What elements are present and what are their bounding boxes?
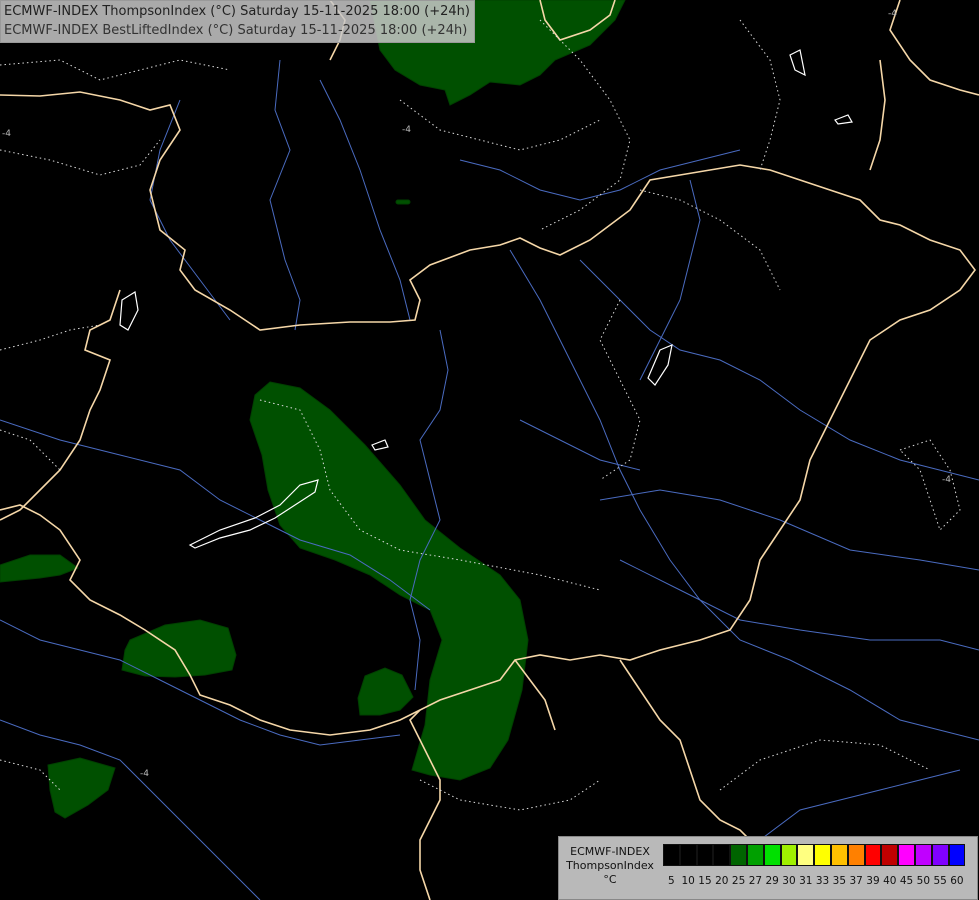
legend-tick-label: 55 bbox=[933, 875, 947, 887]
legend-swatch bbox=[763, 844, 781, 866]
legend-tick-label: 10 bbox=[681, 875, 695, 887]
legend-swatch bbox=[948, 844, 966, 866]
legend-tick-label: 35 bbox=[832, 875, 847, 887]
forecast-map: -4 -4 -4 -4 -4 bbox=[0, 0, 979, 900]
color-legend: ECMWF-INDEX ThompsonIndex °C 5 10 15 20 25 27… bbox=[558, 836, 978, 900]
legend-tick-label: 15 bbox=[698, 875, 712, 887]
legend-tick-label: 50 bbox=[916, 875, 931, 887]
lifted-index-title: ECMWF-INDEX BestLiftedIndex (°C) Saturda… bbox=[4, 23, 468, 38]
thompson-index-title: ECMWF-INDEX ThompsonIndex (°C) Saturday … bbox=[4, 4, 470, 19]
legend-swatch bbox=[830, 844, 848, 866]
legend-tick-label: 25 bbox=[731, 875, 746, 887]
legend-tick-label: 40 bbox=[883, 875, 897, 887]
legend-swatch bbox=[881, 844, 899, 866]
legend-swatch bbox=[679, 844, 697, 866]
legend-swatch bbox=[864, 844, 882, 866]
legend-swatch bbox=[847, 844, 865, 866]
legend-tick-label: 60 bbox=[950, 875, 964, 887]
legend-tick-label: 29 bbox=[765, 875, 779, 887]
svg-text:-4: -4 bbox=[2, 129, 11, 139]
legend-swatch bbox=[696, 844, 714, 866]
legend-swatch bbox=[898, 844, 915, 866]
legend-swatch bbox=[780, 844, 798, 866]
legend-model: ECMWF-INDEX bbox=[570, 845, 650, 858]
legend-swatch bbox=[663, 844, 680, 866]
svg-text:-4: -4 bbox=[942, 475, 951, 485]
legend-tick-label: 33 bbox=[815, 875, 830, 887]
legend-swatch bbox=[914, 844, 932, 866]
legend-tick-label: 30 bbox=[782, 875, 796, 887]
legend-caption: ECMWF-INDEX ThompsonIndex °C bbox=[561, 845, 659, 887]
legend-swatch bbox=[931, 844, 949, 866]
map-title-box: ECMWF-INDEX ThompsonIndex (°C) Saturday … bbox=[0, 0, 475, 43]
legend-parameter: ThompsonIndex bbox=[566, 859, 654, 872]
legend-swatch bbox=[730, 844, 747, 866]
legend-swatch bbox=[746, 844, 764, 866]
legend-unit: °C bbox=[603, 873, 617, 886]
legend-tick-label: 39 bbox=[866, 875, 880, 887]
svg-text:-4: -4 bbox=[402, 125, 411, 135]
legend-tick-label: 20 bbox=[715, 875, 729, 887]
svg-text:-4: -4 bbox=[140, 769, 149, 779]
legend-tick-label: 27 bbox=[748, 875, 763, 887]
legend-swatch bbox=[814, 844, 831, 866]
legend-tick-label: 45 bbox=[899, 875, 914, 887]
legend-swatches bbox=[663, 844, 966, 866]
legend-swatch bbox=[713, 844, 731, 866]
legend-tick-label: 5 bbox=[668, 875, 675, 887]
legend-tick-label: 31 bbox=[799, 875, 813, 887]
legend-tick-label: 37 bbox=[849, 875, 863, 887]
svg-text:-4: -4 bbox=[888, 9, 897, 19]
legend-ticks: 5 10 15 20 25 27 29 30 31 33 35 37 39 40 45 50 55 60 bbox=[663, 875, 965, 887]
legend-swatch bbox=[797, 844, 815, 866]
